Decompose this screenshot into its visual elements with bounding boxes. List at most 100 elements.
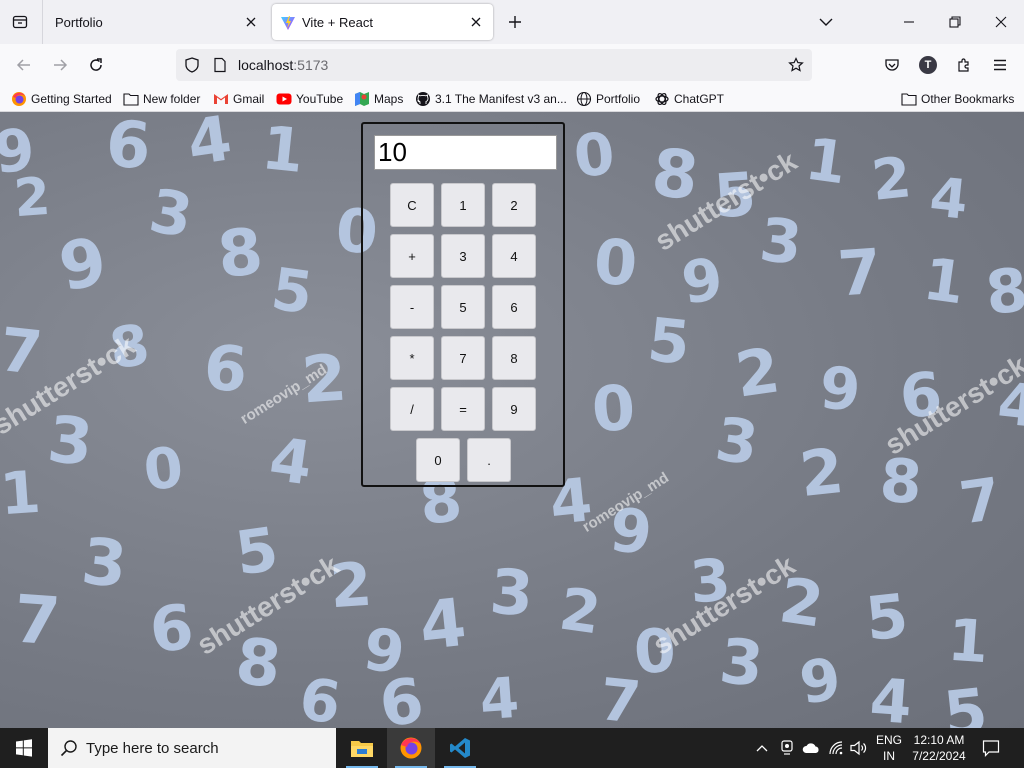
tab-vite-react[interactable]: Vite + React xyxy=(272,4,493,40)
bookmark-manifest-v3[interactable]: 3.1 The Manifest v3 an... xyxy=(415,90,567,108)
firefox-view-icon xyxy=(12,15,28,29)
background-digit: 5 xyxy=(644,305,694,379)
key-divide-button[interactable]: / xyxy=(390,387,434,431)
bookmark-getting-started[interactable]: Getting Started xyxy=(11,90,112,108)
key-9-button[interactable]: 9 xyxy=(492,387,536,431)
background-digit: 4 xyxy=(477,665,522,728)
tab-close-button[interactable] xyxy=(467,13,485,31)
address-bar[interactable]: localhost:5173 xyxy=(176,49,812,81)
list-all-tabs-button[interactable] xyxy=(816,12,836,32)
url-text[interactable]: localhost:5173 xyxy=(238,57,328,73)
minimize-icon xyxy=(904,21,914,23)
background-digit: 3 xyxy=(144,175,198,253)
key-5-button[interactable]: 5 xyxy=(441,285,485,329)
background-digit: 6 xyxy=(103,112,154,185)
firefox-icon xyxy=(11,91,27,107)
background-digit: 9 xyxy=(795,644,845,718)
firefox-view-button[interactable] xyxy=(8,10,32,34)
pocket-button[interactable] xyxy=(880,53,904,77)
notification-icon xyxy=(982,740,1000,757)
close-icon xyxy=(246,17,256,27)
calculator-display[interactable]: 10 xyxy=(374,135,557,170)
background-digit: 1 xyxy=(945,605,991,677)
background-digit: 4 xyxy=(867,665,915,728)
bookmark-label: Gmail xyxy=(233,92,265,106)
back-button[interactable] xyxy=(12,53,36,77)
tab-strip: Portfolio Vite + React xyxy=(0,0,1024,44)
page-info-icon[interactable] xyxy=(212,57,228,73)
bookmark-maps[interactable]: Maps xyxy=(354,90,403,108)
background-digit: 3 xyxy=(78,524,131,604)
background-digit: 7 xyxy=(0,315,46,389)
key-8-button[interactable]: 8 xyxy=(492,336,536,380)
key-6-button[interactable]: 6 xyxy=(492,285,536,329)
forward-button[interactable] xyxy=(48,53,72,77)
bookmark-gmail[interactable]: Gmail xyxy=(213,90,264,108)
other-bookmarks[interactable]: Other Bookmarks xyxy=(901,90,1014,108)
input-language[interactable]: ENG IN xyxy=(874,732,904,764)
background-digit: 9 xyxy=(817,353,863,425)
arrow-right-icon xyxy=(54,59,68,71)
reload-button[interactable] xyxy=(84,53,108,77)
bookmark-chatgpt[interactable]: ChatGPT xyxy=(654,90,724,108)
key-2-button[interactable]: 2 xyxy=(492,183,536,227)
key-minus-button[interactable]: - xyxy=(390,285,434,329)
firefox-icon xyxy=(400,737,422,759)
taskbar-clock[interactable]: 12:10 AM 7/22/2024 xyxy=(908,732,970,764)
tab-close-button[interactable] xyxy=(242,13,260,31)
menu-button[interactable] xyxy=(988,53,1012,77)
background-digit: 7 xyxy=(835,234,884,311)
background-digit: 3 xyxy=(756,205,806,279)
bookmarks-toolbar: Getting Started New folder Gmail YouTube… xyxy=(0,86,1024,112)
key-equals-button[interactable]: = xyxy=(441,387,485,431)
background-digit: 3 xyxy=(711,404,763,480)
key-clear-button[interactable]: C xyxy=(390,183,434,227)
account-button[interactable]: T xyxy=(916,53,940,77)
page-viewport: 9641238095786230413576829436085124093718… xyxy=(0,112,1024,728)
bookmark-label: Getting Started xyxy=(31,92,112,106)
bookmark-new-folder[interactable]: New folder xyxy=(123,90,200,108)
key-3-button[interactable]: 3 xyxy=(441,234,485,278)
key-0-button[interactable]: 0 xyxy=(416,438,460,482)
tracking-protection-icon[interactable] xyxy=(184,57,200,73)
taskbar-file-explorer[interactable] xyxy=(338,728,386,768)
background-digit: 5 xyxy=(940,673,991,728)
key-plus-button[interactable]: + xyxy=(390,234,434,278)
start-button[interactable] xyxy=(0,728,48,768)
pocket-icon xyxy=(885,59,899,71)
tray-network[interactable] xyxy=(826,738,846,758)
key-multiply-button[interactable]: * xyxy=(390,336,434,380)
tray-volume[interactable] xyxy=(849,738,869,758)
key-decimal-button[interactable]: . xyxy=(467,438,511,482)
bookmark-youtube[interactable]: YouTube xyxy=(276,90,343,108)
bookmark-label: YouTube xyxy=(296,92,344,106)
youtube-icon xyxy=(276,91,292,107)
key-4-button[interactable]: 4 xyxy=(492,234,536,278)
show-hidden-icons-button[interactable] xyxy=(752,738,772,758)
background-digit: 1 xyxy=(258,113,308,187)
extensions-button[interactable] xyxy=(952,53,976,77)
bookmark-portfolio[interactable]: Portfolio xyxy=(576,90,640,108)
key-7-button[interactable]: 7 xyxy=(441,336,485,380)
minimize-button[interactable] xyxy=(899,12,919,32)
new-tab-button[interactable] xyxy=(505,12,525,32)
arrow-left-icon xyxy=(16,59,30,71)
background-digit: 5 xyxy=(231,514,283,590)
navigation-toolbar: localhost:5173 T xyxy=(0,44,1024,86)
taskbar-firefox[interactable] xyxy=(387,728,435,768)
background-digit: 4 xyxy=(265,424,317,500)
bookmark-star-button[interactable] xyxy=(786,55,806,75)
background-digit: 0 xyxy=(589,370,638,447)
tray-meet-now[interactable] xyxy=(777,738,797,758)
restore-button[interactable] xyxy=(945,12,965,32)
key-1-button[interactable]: 1 xyxy=(441,183,485,227)
tray-onedrive[interactable] xyxy=(801,738,821,758)
folder-icon xyxy=(901,91,917,107)
taskbar-search-box[interactable]: Type here to search xyxy=(48,728,336,768)
bookmark-label: New folder xyxy=(143,92,201,106)
taskbar-vscode[interactable] xyxy=(436,728,484,768)
tab-portfolio[interactable]: Portfolio xyxy=(44,4,268,40)
url-host: localhost xyxy=(238,57,294,73)
close-window-button[interactable] xyxy=(991,12,1011,32)
action-center-button[interactable] xyxy=(976,736,1006,760)
